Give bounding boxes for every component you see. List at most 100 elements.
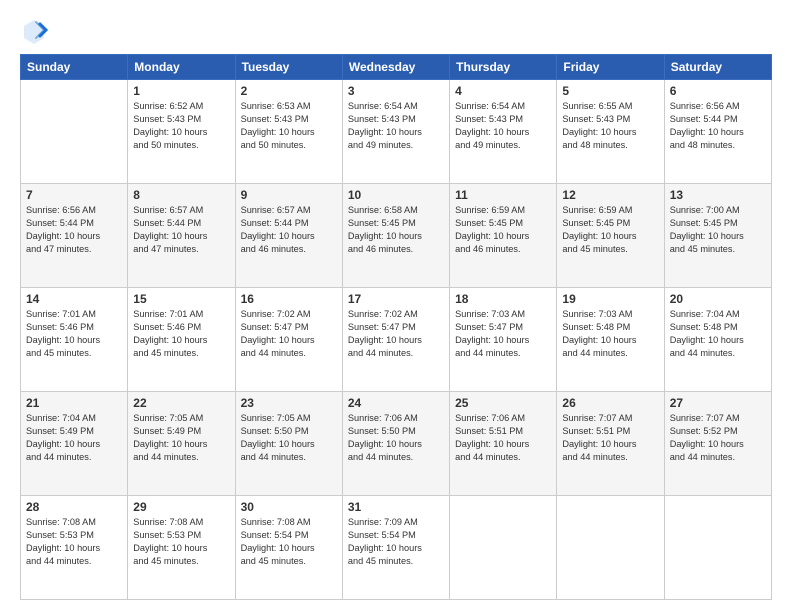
day-number: 24 bbox=[348, 396, 444, 410]
calendar-cell: 7 Sunrise: 6:56 AM Sunset: 5:44 PM Daylig… bbox=[21, 184, 128, 288]
calendar-header-row: SundayMondayTuesdayWednesdayThursdayFrid… bbox=[21, 55, 772, 80]
calendar-cell: 30 Sunrise: 7:08 AM Sunset: 5:54 PM Dayli… bbox=[235, 496, 342, 600]
day-info: Sunrise: 6:54 AM Sunset: 5:43 PM Dayligh… bbox=[348, 100, 444, 152]
calendar-cell: 16Sunrise: 7:02 AM Sunset: 5:47 PM Dayli… bbox=[235, 288, 342, 392]
calendar-cell: 14 Sunrise: 7:01 AM Sunset: 5:46 PM Dayli… bbox=[21, 288, 128, 392]
page: SundayMondayTuesdayWednesdayThursdayFrid… bbox=[0, 0, 792, 612]
day-info: Sunrise: 6:55 AM Sunset: 5:43 PM Dayligh… bbox=[562, 100, 658, 152]
day-info: Sunrise: 7:08 AM Sunset: 5:53 PM Dayligh… bbox=[133, 516, 229, 568]
calendar-week-row: 1Sunrise: 6:52 AM Sunset: 5:43 PM Daylig… bbox=[21, 80, 772, 184]
day-info: Sunrise: 7:08 AM Sunset: 5:54 PM Dayligh… bbox=[241, 516, 337, 568]
logo bbox=[20, 16, 52, 44]
logo-icon bbox=[20, 16, 48, 44]
day-number: 4 bbox=[455, 84, 551, 98]
calendar-cell: 12Sunrise: 6:59 AM Sunset: 5:45 PM Dayli… bbox=[557, 184, 664, 288]
calendar-cell: 21 Sunrise: 7:04 AM Sunset: 5:49 PM Dayli… bbox=[21, 392, 128, 496]
calendar-cell: 11Sunrise: 6:59 AM Sunset: 5:45 PM Dayli… bbox=[450, 184, 557, 288]
day-number: 13 bbox=[670, 188, 766, 202]
calendar-day-header: Sunday bbox=[21, 55, 128, 80]
day-info: Sunrise: 6:57 AM Sunset: 5:44 PM Dayligh… bbox=[241, 204, 337, 256]
calendar-day-header: Thursday bbox=[450, 55, 557, 80]
day-info: Sunrise: 7:07 AM Sunset: 5:52 PM Dayligh… bbox=[670, 412, 766, 464]
day-info: Sunrise: 7:02 AM Sunset: 5:47 PM Dayligh… bbox=[348, 308, 444, 360]
day-number: 12 bbox=[562, 188, 658, 202]
day-info: Sunrise: 6:56 AM Sunset: 5:44 PM Dayligh… bbox=[670, 100, 766, 152]
day-number: 8 bbox=[133, 188, 229, 202]
day-info: Sunrise: 6:54 AM Sunset: 5:43 PM Dayligh… bbox=[455, 100, 551, 152]
day-info: Sunrise: 7:02 AM Sunset: 5:47 PM Dayligh… bbox=[241, 308, 337, 360]
day-info: Sunrise: 7:03 AM Sunset: 5:47 PM Dayligh… bbox=[455, 308, 551, 360]
day-info: Sunrise: 7:09 AM Sunset: 5:54 PM Dayligh… bbox=[348, 516, 444, 568]
calendar-week-row: 28 Sunrise: 7:08 AM Sunset: 5:53 PM Dayli… bbox=[21, 496, 772, 600]
day-info: Sunrise: 7:08 AM Sunset: 5:53 PM Dayligh… bbox=[26, 516, 122, 568]
calendar-cell: 25Sunrise: 7:06 AM Sunset: 5:51 PM Dayli… bbox=[450, 392, 557, 496]
calendar-cell: 9 Sunrise: 6:57 AM Sunset: 5:44 PM Daylig… bbox=[235, 184, 342, 288]
day-number: 29 bbox=[133, 500, 229, 514]
day-number: 7 bbox=[26, 188, 122, 202]
day-number: 31 bbox=[348, 500, 444, 514]
day-number: 5 bbox=[562, 84, 658, 98]
calendar-cell bbox=[21, 80, 128, 184]
calendar-cell: 13Sunrise: 7:00 AM Sunset: 5:45 PM Dayli… bbox=[664, 184, 771, 288]
day-info: Sunrise: 7:07 AM Sunset: 5:51 PM Dayligh… bbox=[562, 412, 658, 464]
day-number: 22 bbox=[133, 396, 229, 410]
day-number: 18 bbox=[455, 292, 551, 306]
day-info: Sunrise: 7:05 AM Sunset: 5:49 PM Dayligh… bbox=[133, 412, 229, 464]
calendar-cell: 1Sunrise: 6:52 AM Sunset: 5:43 PM Daylig… bbox=[128, 80, 235, 184]
calendar-cell: 31 Sunrise: 7:09 AM Sunset: 5:54 PM Dayli… bbox=[342, 496, 449, 600]
calendar-cell: 3 Sunrise: 6:54 AM Sunset: 5:43 PM Daylig… bbox=[342, 80, 449, 184]
day-number: 20 bbox=[670, 292, 766, 306]
day-number: 17 bbox=[348, 292, 444, 306]
calendar-cell bbox=[664, 496, 771, 600]
day-info: Sunrise: 7:04 AM Sunset: 5:49 PM Dayligh… bbox=[26, 412, 122, 464]
day-number: 27 bbox=[670, 396, 766, 410]
day-info: Sunrise: 6:58 AM Sunset: 5:45 PM Dayligh… bbox=[348, 204, 444, 256]
day-info: Sunrise: 6:59 AM Sunset: 5:45 PM Dayligh… bbox=[455, 204, 551, 256]
calendar-cell bbox=[557, 496, 664, 600]
calendar-day-header: Saturday bbox=[664, 55, 771, 80]
calendar-day-header: Tuesday bbox=[235, 55, 342, 80]
day-number: 14 bbox=[26, 292, 122, 306]
day-number: 6 bbox=[670, 84, 766, 98]
calendar-day-header: Monday bbox=[128, 55, 235, 80]
calendar-day-header: Friday bbox=[557, 55, 664, 80]
calendar-cell: 8 Sunrise: 6:57 AM Sunset: 5:44 PM Daylig… bbox=[128, 184, 235, 288]
day-info: Sunrise: 7:05 AM Sunset: 5:50 PM Dayligh… bbox=[241, 412, 337, 464]
calendar-cell: 27 Sunrise: 7:07 AM Sunset: 5:52 PM Dayli… bbox=[664, 392, 771, 496]
day-info: Sunrise: 6:53 AM Sunset: 5:43 PM Dayligh… bbox=[241, 100, 337, 152]
day-number: 30 bbox=[241, 500, 337, 514]
day-number: 1 bbox=[133, 84, 229, 98]
day-info: Sunrise: 7:01 AM Sunset: 5:46 PM Dayligh… bbox=[26, 308, 122, 360]
calendar-cell: 20 Sunrise: 7:04 AM Sunset: 5:48 PM Dayli… bbox=[664, 288, 771, 392]
calendar-cell: 19 Sunrise: 7:03 AM Sunset: 5:48 PM Dayli… bbox=[557, 288, 664, 392]
day-info: Sunrise: 7:06 AM Sunset: 5:50 PM Dayligh… bbox=[348, 412, 444, 464]
day-info: Sunrise: 6:56 AM Sunset: 5:44 PM Dayligh… bbox=[26, 204, 122, 256]
calendar-cell: 24 Sunrise: 7:06 AM Sunset: 5:50 PM Dayli… bbox=[342, 392, 449, 496]
day-number: 26 bbox=[562, 396, 658, 410]
calendar-cell: 2 Sunrise: 6:53 AM Sunset: 5:43 PM Daylig… bbox=[235, 80, 342, 184]
calendar-cell: 23 Sunrise: 7:05 AM Sunset: 5:50 PM Dayli… bbox=[235, 392, 342, 496]
calendar-cell: 10Sunrise: 6:58 AM Sunset: 5:45 PM Dayli… bbox=[342, 184, 449, 288]
calendar-week-row: 7 Sunrise: 6:56 AM Sunset: 5:44 PM Daylig… bbox=[21, 184, 772, 288]
day-info: Sunrise: 7:03 AM Sunset: 5:48 PM Dayligh… bbox=[562, 308, 658, 360]
calendar-day-header: Wednesday bbox=[342, 55, 449, 80]
day-number: 28 bbox=[26, 500, 122, 514]
day-number: 15 bbox=[133, 292, 229, 306]
day-info: Sunrise: 7:06 AM Sunset: 5:51 PM Dayligh… bbox=[455, 412, 551, 464]
calendar-cell: 6 Sunrise: 6:56 AM Sunset: 5:44 PM Daylig… bbox=[664, 80, 771, 184]
calendar-cell: 28 Sunrise: 7:08 AM Sunset: 5:53 PM Dayli… bbox=[21, 496, 128, 600]
calendar-cell: 15Sunrise: 7:01 AM Sunset: 5:46 PM Dayli… bbox=[128, 288, 235, 392]
day-number: 9 bbox=[241, 188, 337, 202]
calendar-week-row: 14 Sunrise: 7:01 AM Sunset: 5:46 PM Dayli… bbox=[21, 288, 772, 392]
day-number: 23 bbox=[241, 396, 337, 410]
day-number: 19 bbox=[562, 292, 658, 306]
calendar-cell: 17 Sunrise: 7:02 AM Sunset: 5:47 PM Dayli… bbox=[342, 288, 449, 392]
calendar-cell: 22 Sunrise: 7:05 AM Sunset: 5:49 PM Dayli… bbox=[128, 392, 235, 496]
day-info: Sunrise: 7:04 AM Sunset: 5:48 PM Dayligh… bbox=[670, 308, 766, 360]
day-number: 2 bbox=[241, 84, 337, 98]
day-info: Sunrise: 6:57 AM Sunset: 5:44 PM Dayligh… bbox=[133, 204, 229, 256]
calendar-cell: 5 Sunrise: 6:55 AM Sunset: 5:43 PM Daylig… bbox=[557, 80, 664, 184]
day-number: 3 bbox=[348, 84, 444, 98]
calendar-cell: 26 Sunrise: 7:07 AM Sunset: 5:51 PM Dayli… bbox=[557, 392, 664, 496]
day-number: 21 bbox=[26, 396, 122, 410]
